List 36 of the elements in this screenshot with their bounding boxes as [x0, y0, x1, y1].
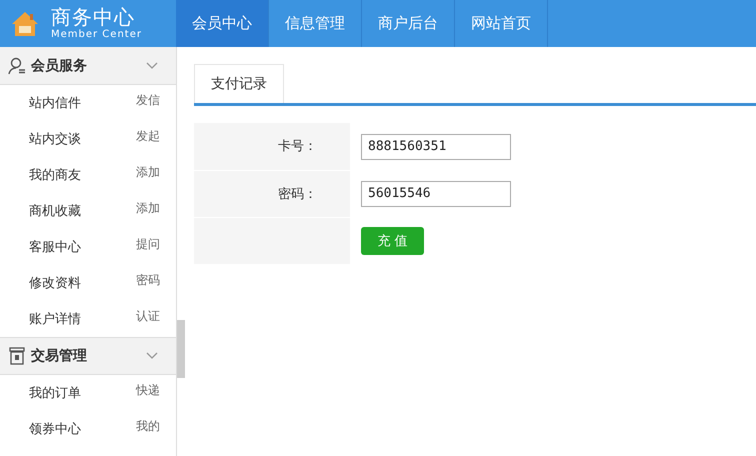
- field-label: 卡号：: [278, 139, 317, 154]
- sidebar-link[interactable]: 领券中心: [29, 420, 81, 438]
- site-subtitle: Member Center: [51, 30, 142, 40]
- sidebar-link[interactable]: 我的商友: [29, 166, 81, 184]
- sidebar-group-header[interactable]: 交易管理: [0, 337, 176, 375]
- box-icon: [8, 347, 26, 365]
- action-link[interactable]: 密码: [136, 272, 160, 288]
- sidebar-link[interactable]: 账户详情: [29, 310, 81, 328]
- nav-tab[interactable]: 会员中心: [176, 0, 269, 47]
- action-link[interactable]: 快递: [136, 382, 160, 398]
- sidebar-link[interactable]: 客服中心: [29, 238, 81, 256]
- chevron-down-icon: [146, 62, 158, 70]
- sidebar-link[interactable]: 站内交谈: [29, 130, 81, 148]
- action-link[interactable]: 提问: [136, 236, 160, 252]
- input-field[interactable]: 8881560351: [361, 134, 511, 160]
- house-icon: [11, 10, 39, 36]
- content-tab[interactable]: 支付记录: [194, 64, 284, 103]
- field-label: 密码：: [278, 186, 317, 202]
- sidebar-link[interactable]: 我的订单: [29, 384, 81, 402]
- collapse-handle[interactable]: [177, 320, 185, 378]
- action-link[interactable]: 发信: [136, 92, 160, 108]
- sidebar-group-header[interactable]: 会员服务: [0, 47, 176, 85]
- action-link[interactable]: 添加: [136, 200, 160, 216]
- site-title: 商务中心: [51, 7, 136, 27]
- action-link[interactable]: 我的: [136, 418, 160, 434]
- action-link[interactable]: 认证: [136, 308, 160, 324]
- action-link[interactable]: 发起: [136, 128, 160, 144]
- chevron-down-icon: [146, 352, 158, 360]
- group-title: 会员服务: [31, 56, 88, 74]
- user-icon: [8, 56, 26, 74]
- action-link[interactable]: 添加: [136, 164, 160, 180]
- sidebar-link[interactable]: 站内信件: [29, 94, 81, 112]
- sidebar-link[interactable]: 商机收藏: [29, 202, 81, 220]
- input-field[interactable]: 56015546: [361, 180, 511, 206]
- sidebar-link[interactable]: 修改资料: [29, 274, 81, 292]
- group-title: 交易管理: [31, 347, 88, 365]
